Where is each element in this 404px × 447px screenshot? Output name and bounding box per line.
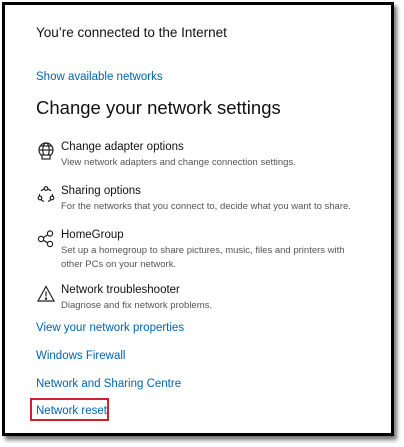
option-title: Sharing options [61,185,141,197]
option-title: Change adapter options [61,141,184,153]
view-network-properties-link[interactable]: View your network properties [36,322,184,334]
section-heading: Change your network settings [36,97,281,118]
homegroup-icon [36,229,56,249]
warning-icon [36,284,56,304]
show-available-networks-link[interactable]: Show available networks [36,71,163,83]
option-title: HomeGroup [61,229,124,241]
option-description: View network adapters and change connect… [61,157,296,168]
highlight-box [30,398,109,421]
option-description: For the networks that you connect to, de… [61,201,351,212]
settings-window: You’re connected to the Internet Show av… [2,2,394,436]
windows-firewall-link[interactable]: Windows Firewall [36,350,125,362]
network-sharing-centre-link[interactable]: Network and Sharing Centre [36,378,181,390]
globe-adapter-icon [36,141,56,161]
option-description: Diagnose and fix network problems. [61,300,213,311]
network-status-page: You’re connected to the Internet Show av… [5,5,391,433]
connection-status: You’re connected to the Internet [36,25,227,40]
option-title: Network troubleshooter [61,284,180,296]
option-description: Set up a homegroup to share pictures, mu… [61,245,345,270]
sharing-icon [36,185,56,205]
